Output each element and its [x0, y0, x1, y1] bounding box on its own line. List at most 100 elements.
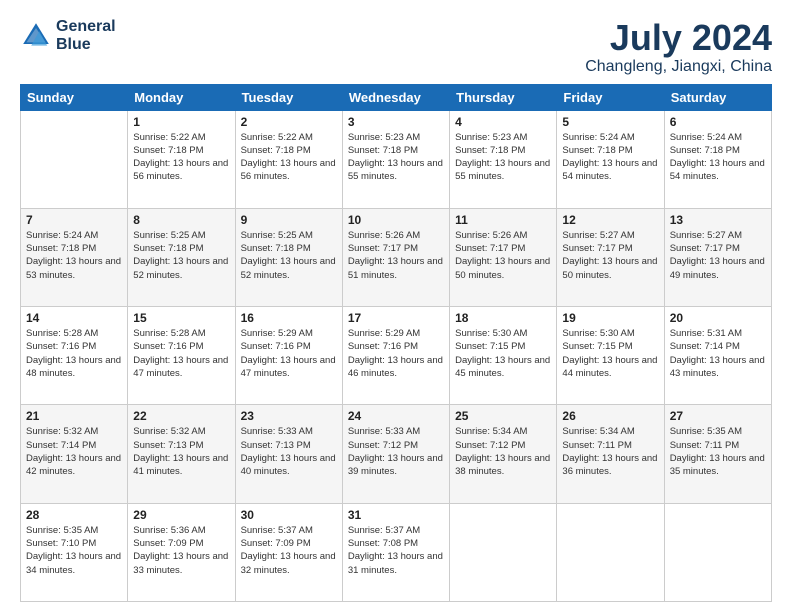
cell-date: 18 [455, 311, 551, 325]
cell-date: 4 [455, 115, 551, 129]
cell-date: 26 [562, 409, 658, 423]
header: General Blue July 2024 Changleng, Jiangx… [20, 18, 772, 76]
cell-date: 13 [670, 213, 766, 227]
table-row: 27 Sunrise: 5:35 AMSunset: 7:11 PMDayligh… [664, 405, 771, 503]
logo-text: General Blue [56, 18, 116, 53]
cell-info: Sunrise: 5:28 AMSunset: 7:16 PMDaylight:… [133, 327, 229, 380]
table-row: 9Sunrise: 5:25 AMSunset: 7:18 PMDaylight… [235, 208, 342, 306]
page: General Blue July 2024 Changleng, Jiangx… [0, 0, 792, 612]
cell-date: 5 [562, 115, 658, 129]
cell-date: 27 [670, 409, 766, 423]
cell-info: Sunrise: 5:26 AMSunset: 7:17 PMDaylight:… [348, 229, 444, 282]
cell-info: Sunrise: 5:26 AMSunset: 7:17 PMDaylight:… [455, 229, 551, 282]
table-row: 4 Sunrise: 5:23 AMSunset: 7:18 PMDaylight… [450, 110, 557, 208]
table-row [21, 110, 128, 208]
cell-info: Sunrise: 5:22 AMSunset: 7:18 PMDaylight:… [133, 131, 229, 184]
cell-date: 25 [455, 409, 551, 423]
table-row: 29Sunrise: 5:36 AMSunset: 7:09 PMDayligh… [128, 503, 235, 601]
calendar-week-4: 21 Sunrise: 5:32 AMSunset: 7:14 PMDayligh… [21, 405, 772, 503]
table-row: 25 Sunrise: 5:34 AMSunset: 7:12 PMDayligh… [450, 405, 557, 503]
cell-info: Sunrise: 5:37 AMSunset: 7:08 PMDaylight:… [348, 524, 444, 577]
logo: General Blue [20, 18, 116, 53]
table-row: 28Sunrise: 5:35 AMSunset: 7:10 PMDayligh… [21, 503, 128, 601]
cell-info: Sunrise: 5:33 AMSunset: 7:13 PMDaylight:… [241, 425, 337, 478]
table-row: 18 Sunrise: 5:30 AMSunset: 7:15 PMDayligh… [450, 307, 557, 405]
cell-info: Sunrise: 5:35 AMSunset: 7:11 PMDaylight:… [670, 425, 766, 478]
table-row: 15 Sunrise: 5:28 AMSunset: 7:16 PMDayligh… [128, 307, 235, 405]
calendar-week-3: 14Sunrise: 5:28 AMSunset: 7:16 PMDayligh… [21, 307, 772, 405]
col-wednesday: Wednesday [342, 84, 449, 110]
table-row: 8 Sunrise: 5:25 AMSunset: 7:18 PMDaylight… [128, 208, 235, 306]
table-row: 20Sunrise: 5:31 AMSunset: 7:14 PMDayligh… [664, 307, 771, 405]
cell-date: 15 [133, 311, 229, 325]
cell-info: Sunrise: 5:27 AMSunset: 7:17 PMDaylight:… [670, 229, 766, 282]
table-row: 6Sunrise: 5:24 AMSunset: 7:18 PMDaylight… [664, 110, 771, 208]
col-tuesday: Tuesday [235, 84, 342, 110]
cell-date: 19 [562, 311, 658, 325]
cell-info: Sunrise: 5:25 AMSunset: 7:18 PMDaylight:… [241, 229, 337, 282]
cell-date: 24 [348, 409, 444, 423]
cell-info: Sunrise: 5:25 AMSunset: 7:18 PMDaylight:… [133, 229, 229, 282]
table-row: 3 Sunrise: 5:23 AMSunset: 7:18 PMDaylight… [342, 110, 449, 208]
cell-info: Sunrise: 5:30 AMSunset: 7:15 PMDaylight:… [562, 327, 658, 380]
cell-date: 21 [26, 409, 122, 423]
cell-info: Sunrise: 5:29 AMSunset: 7:16 PMDaylight:… [241, 327, 337, 380]
cell-info: Sunrise: 5:27 AMSunset: 7:17 PMDaylight:… [562, 229, 658, 282]
table-row: 26 Sunrise: 5:34 AMSunset: 7:11 PMDayligh… [557, 405, 664, 503]
cell-info: Sunrise: 5:36 AMSunset: 7:09 PMDaylight:… [133, 524, 229, 577]
col-sunday: Sunday [21, 84, 128, 110]
table-row: 11 Sunrise: 5:26 AMSunset: 7:17 PMDayligh… [450, 208, 557, 306]
cell-info: Sunrise: 5:29 AMSunset: 7:16 PMDaylight:… [348, 327, 444, 380]
table-row: 7Sunrise: 5:24 AMSunset: 7:18 PMDaylight… [21, 208, 128, 306]
title-block: July 2024 Changleng, Jiangxi, China [585, 18, 772, 76]
cell-info: Sunrise: 5:23 AMSunset: 7:18 PMDaylight:… [348, 131, 444, 184]
cell-info: Sunrise: 5:34 AMSunset: 7:11 PMDaylight:… [562, 425, 658, 478]
cell-info: Sunrise: 5:34 AMSunset: 7:12 PMDaylight:… [455, 425, 551, 478]
col-monday: Monday [128, 84, 235, 110]
cell-date: 7 [26, 213, 122, 227]
table-row: 21 Sunrise: 5:32 AMSunset: 7:14 PMDayligh… [21, 405, 128, 503]
table-row: 12 Sunrise: 5:27 AMSunset: 7:17 PMDayligh… [557, 208, 664, 306]
main-title: July 2024 [585, 18, 772, 58]
table-row: 10 Sunrise: 5:26 AMSunset: 7:17 PMDayligh… [342, 208, 449, 306]
cell-date: 11 [455, 213, 551, 227]
cell-info: Sunrise: 5:30 AMSunset: 7:15 PMDaylight:… [455, 327, 551, 380]
cell-date: 30 [241, 508, 337, 522]
cell-date: 6 [670, 115, 766, 129]
cell-info: Sunrise: 5:33 AMSunset: 7:12 PMDaylight:… [348, 425, 444, 478]
cell-date: 22 [133, 409, 229, 423]
cell-date: 3 [348, 115, 444, 129]
table-row: 13 Sunrise: 5:27 AMSunset: 7:17 PMDayligh… [664, 208, 771, 306]
cell-date: 23 [241, 409, 337, 423]
cell-date: 16 [241, 311, 337, 325]
table-row [557, 503, 664, 601]
cell-info: Sunrise: 5:23 AMSunset: 7:18 PMDaylight:… [455, 131, 551, 184]
subtitle: Changleng, Jiangxi, China [585, 58, 772, 76]
cell-date: 2 [241, 115, 337, 129]
calendar-week-5: 28Sunrise: 5:35 AMSunset: 7:10 PMDayligh… [21, 503, 772, 601]
table-row [450, 503, 557, 601]
cell-info: Sunrise: 5:24 AMSunset: 7:18 PMDaylight:… [562, 131, 658, 184]
cell-date: 8 [133, 213, 229, 227]
table-row: 1Sunrise: 5:22 AMSunset: 7:18 PMDaylight… [128, 110, 235, 208]
cell-date: 10 [348, 213, 444, 227]
table-row [664, 503, 771, 601]
cell-date: 31 [348, 508, 444, 522]
col-friday: Friday [557, 84, 664, 110]
calendar-week-1: 1Sunrise: 5:22 AMSunset: 7:18 PMDaylight… [21, 110, 772, 208]
cell-info: Sunrise: 5:28 AMSunset: 7:16 PMDaylight:… [26, 327, 122, 380]
cell-date: 12 [562, 213, 658, 227]
cell-info: Sunrise: 5:22 AMSunset: 7:18 PMDaylight:… [241, 131, 337, 184]
table-row: 19 Sunrise: 5:30 AMSunset: 7:15 PMDayligh… [557, 307, 664, 405]
cell-date: 20 [670, 311, 766, 325]
cell-info: Sunrise: 5:32 AMSunset: 7:13 PMDaylight:… [133, 425, 229, 478]
cell-date: 17 [348, 311, 444, 325]
calendar-table: Sunday Monday Tuesday Wednesday Thursday… [20, 84, 772, 602]
cell-info: Sunrise: 5:32 AMSunset: 7:14 PMDaylight:… [26, 425, 122, 478]
table-row: 22 Sunrise: 5:32 AMSunset: 7:13 PMDayligh… [128, 405, 235, 503]
table-row: 31 Sunrise: 5:37 AMSunset: 7:08 PMDayligh… [342, 503, 449, 601]
table-row: 24 Sunrise: 5:33 AMSunset: 7:12 PMDayligh… [342, 405, 449, 503]
table-row: 16 Sunrise: 5:29 AMSunset: 7:16 PMDayligh… [235, 307, 342, 405]
table-row: 30Sunrise: 5:37 AMSunset: 7:09 PMDayligh… [235, 503, 342, 601]
col-saturday: Saturday [664, 84, 771, 110]
